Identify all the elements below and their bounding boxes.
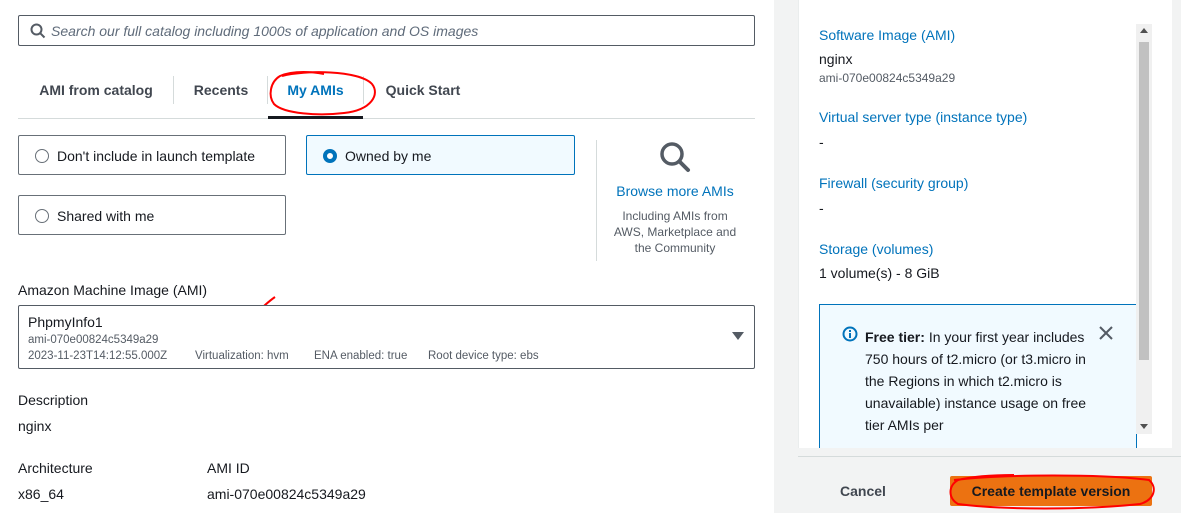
- search-icon: [30, 23, 46, 39]
- firewall-label[interactable]: Firewall (security group): [819, 175, 968, 191]
- instance-type-label[interactable]: Virtual server type (instance type): [819, 109, 1027, 125]
- instance-type-value: -: [819, 134, 824, 150]
- summary-card: Software Image (AMI) nginx ami-070e00824…: [798, 0, 1172, 448]
- summary-scrollbar[interactable]: [1136, 24, 1152, 434]
- free-tier-title: Free tier:: [865, 329, 925, 345]
- tab-my-amis[interactable]: My AMIs: [268, 72, 363, 119]
- tab-ami-from-catalog[interactable]: AMI from catalog: [18, 72, 174, 118]
- caret-down-icon: [732, 332, 744, 340]
- browse-more-amis-link[interactable]: Browse more AMIs: [608, 183, 742, 199]
- free-tier-text: Free tier: In your first year includes 7…: [865, 326, 1095, 436]
- scroll-up-icon[interactable]: [1140, 28, 1148, 33]
- description-value: nginx: [18, 418, 52, 434]
- storage-label[interactable]: Storage (volumes): [819, 241, 933, 257]
- software-image-id: ami-070e00824c5349a29: [819, 71, 956, 85]
- architecture-value: x86_64: [18, 486, 64, 502]
- footer-divider: [798, 456, 1181, 457]
- radio-owned-by-me[interactable]: Owned by me: [306, 135, 575, 175]
- ami-name: PhpmyInfo1: [28, 314, 103, 330]
- cancel-button[interactable]: Cancel: [820, 476, 906, 506]
- browse-description: Including AMIs from AWS, Marketplace and…: [613, 209, 737, 255]
- tab-quick-start[interactable]: Quick Start: [364, 72, 482, 118]
- radio-label: Don't include in launch template: [57, 148, 256, 164]
- architecture-label: Architecture: [18, 460, 93, 476]
- ami-virtualization: Virtualization: hvm: [195, 350, 289, 362]
- radio-label: Shared with me: [57, 208, 155, 224]
- create-template-version-button[interactable]: Create template version: [950, 476, 1152, 506]
- browse-more-amis-panel: Browse more AMIs Including AMIs from AWS…: [608, 140, 742, 256]
- close-icon[interactable]: [1098, 325, 1114, 341]
- ami-id-value: ami-070e00824c5349a29: [207, 486, 366, 502]
- firewall-value: -: [819, 200, 824, 216]
- description-label: Description: [18, 392, 89, 408]
- ami-field-label: Amazon Machine Image (AMI): [18, 282, 208, 298]
- ami-select-dropdown[interactable]: PhpmyInfo1 ami-070e00824c5349a29 2023-11…: [18, 305, 755, 369]
- ami-id: ami-070e00824c5349a29: [28, 334, 159, 346]
- radio-button[interactable]: [35, 209, 49, 223]
- free-tier-alert: Free tier: In your first year includes 7…: [819, 304, 1137, 448]
- ami-ena: ENA enabled: true: [314, 350, 408, 362]
- scroll-down-icon[interactable]: [1140, 424, 1148, 429]
- radio-dont-include[interactable]: Don't include in launch template: [18, 135, 286, 175]
- ami-source-tabs: AMI from catalog Recents My AMIs Quick S…: [18, 72, 755, 119]
- software-image-label[interactable]: Software Image (AMI): [819, 27, 955, 43]
- ami-created-date: 2023-11-23T14:12:55.000Z: [28, 350, 168, 362]
- ami-id-label: AMI ID: [207, 460, 250, 476]
- info-icon: [842, 326, 858, 342]
- radio-button[interactable]: [323, 149, 337, 163]
- ami-search[interactable]: [18, 15, 755, 46]
- radio-shared-with-me[interactable]: Shared with me: [18, 195, 286, 235]
- software-image-name: nginx: [819, 51, 853, 67]
- storage-value: 1 volume(s) - 8 GiB: [819, 265, 940, 281]
- radio-button[interactable]: [35, 149, 49, 163]
- search-input[interactable]: [51, 16, 741, 45]
- radio-label: Owned by me: [345, 148, 432, 164]
- magnifier-icon[interactable]: [658, 140, 692, 174]
- tab-recents[interactable]: Recents: [174, 72, 268, 118]
- ami-root-device: Root device type: ebs: [428, 350, 539, 362]
- divider: [596, 140, 597, 261]
- scroll-thumb[interactable]: [1139, 42, 1149, 360]
